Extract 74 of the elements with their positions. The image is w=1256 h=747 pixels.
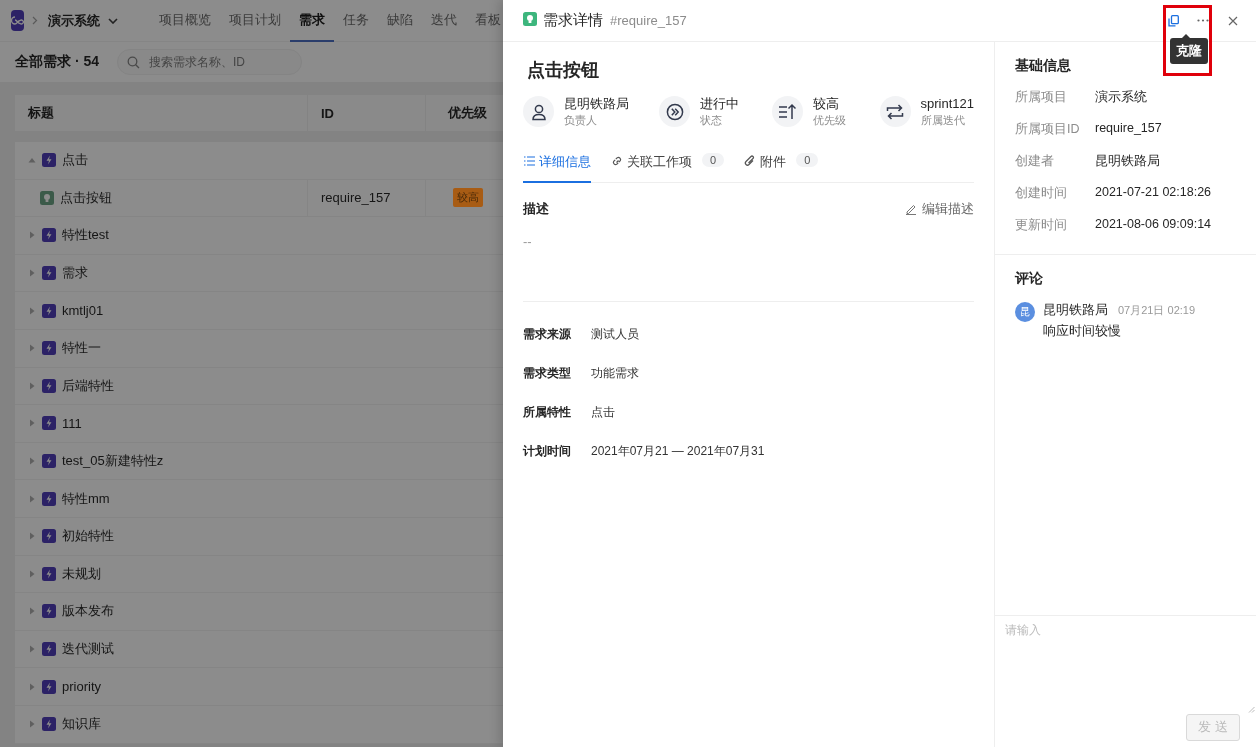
row-title[interactable]: 特性mm: [62, 489, 110, 508]
field-value[interactable]: 点击: [591, 404, 974, 421]
row-title[interactable]: 需求: [62, 264, 88, 283]
table-cell: require_157: [321, 190, 391, 206]
row-title[interactable]: 知识库: [62, 715, 101, 734]
field-value: 演示系统: [1095, 89, 1148, 106]
field-label: 所属项目: [1015, 89, 1068, 106]
field-value[interactable]: 昆明铁路局: [564, 96, 629, 111]
field-value: 昆明铁路局: [1095, 153, 1161, 170]
requirement-title: 点击按钮: [527, 59, 600, 82]
count-badge: 0: [702, 153, 725, 167]
field-value[interactable]: 较高: [812, 96, 846, 111]
field-value: 2021-07-21 02:18:26: [1095, 185, 1213, 201]
field-label: 所属特性: [523, 404, 572, 421]
row-title[interactable]: 迭代测试: [62, 640, 114, 658]
row-title[interactable]: test_05新建特性z: [62, 452, 164, 471]
row-title[interactable]: 点击按钮: [60, 188, 112, 207]
description-text: --: [523, 234, 532, 249]
count-badge: 0: [796, 153, 819, 167]
field-label: 负责人: [564, 113, 598, 127]
field-label: 优先级: [812, 113, 846, 127]
field-value[interactable]: 测试人员: [591, 326, 974, 343]
project-selector[interactable]: 演示系统: [48, 11, 118, 30]
detail-tab[interactable]: 附件 0: [744, 151, 819, 183]
nav-tab[interactable]: 项目概览: [150, 0, 220, 42]
nav-tab[interactable]: 任务: [334, 0, 378, 42]
tooltip: 克隆: [1170, 37, 1208, 64]
row-title[interactable]: 版本发布: [62, 602, 114, 621]
priority-tag: 较高: [453, 188, 483, 208]
field-label: 更新时间: [1015, 217, 1068, 234]
column-header: 优先级: [448, 104, 487, 122]
list-title: 全部需求 · 54: [15, 53, 99, 71]
nav-tab[interactable]: 迭代: [422, 0, 466, 42]
search-field[interactable]: 搜索需求名称、ID: [117, 49, 302, 75]
nav-tab[interactable]: 缺陷: [378, 0, 422, 42]
field-value[interactable]: sprint121: [920, 96, 974, 111]
user-avatar: 昆: [1015, 302, 1035, 322]
row-title[interactable]: 点击: [62, 151, 88, 170]
nav-tab[interactable]: 看板: [466, 0, 503, 42]
field-label: 所属迭代: [920, 113, 966, 127]
requirement-number: #require_157: [610, 13, 687, 28]
drawer-title: 需求详情: [543, 11, 603, 30]
row-title[interactable]: 未规划: [62, 564, 101, 583]
row-title[interactable]: 特性一: [62, 339, 101, 358]
field-label: 状态: [700, 113, 723, 127]
row-title[interactable]: 后端特性: [62, 376, 114, 395]
field-value[interactable]: 进行中: [700, 96, 739, 111]
field-label: 计划时间: [523, 443, 572, 460]
field-value[interactable]: 2021年07月21 — 2021年07月31: [591, 443, 974, 460]
field-value: 2021-08-06 09:09:14: [1095, 217, 1213, 233]
field-label: 创建时间: [1015, 185, 1068, 202]
section-heading: 描述: [523, 200, 549, 218]
comment-time: 07月21日 02:19: [1118, 304, 1196, 316]
nav-tab[interactable]: 项目计划: [220, 0, 290, 42]
row-title[interactable]: 特性test: [62, 226, 109, 245]
comment-text: 响应时间较慢: [1043, 323, 1122, 340]
field-label: 创建者: [1015, 153, 1055, 170]
column-header: 标题: [28, 104, 54, 122]
row-title[interactable]: kmtlj01: [62, 303, 104, 319]
edit-description-link[interactable]: 编辑描述: [905, 200, 974, 218]
section-heading: 评论: [1015, 270, 1044, 288]
detail-tab[interactable]: 关联工作项 0: [611, 151, 725, 183]
comment-author: 昆明铁路局: [1043, 303, 1108, 317]
field-value: require_157: [1095, 121, 1163, 137]
field-value[interactable]: 功能需求: [591, 365, 974, 382]
row-title[interactable]: 111: [62, 415, 82, 431]
field-label: 所属项目ID: [1015, 121, 1081, 138]
row-title[interactable]: priority: [62, 679, 101, 695]
field-label: 需求类型: [523, 365, 572, 382]
column-header: ID: [321, 105, 334, 121]
detail-tab[interactable]: 详细信息: [523, 151, 591, 183]
section-heading: 基础信息: [1015, 57, 1072, 75]
field-label: 需求来源: [523, 326, 572, 343]
row-title[interactable]: 初始特性: [62, 527, 114, 546]
